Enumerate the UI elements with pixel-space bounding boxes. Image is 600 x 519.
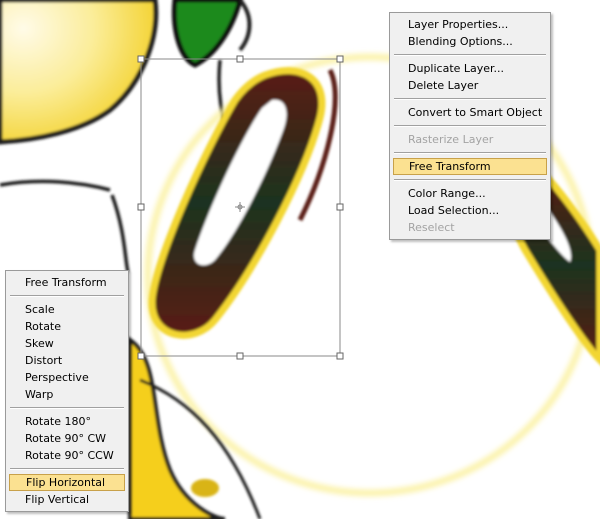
transform-handle-tm[interactable] — [236, 55, 244, 63]
menu-separator — [394, 125, 546, 127]
fruit-bottom — [128, 336, 262, 519]
transform-menu-item-perspective[interactable]: Perspective — [9, 369, 125, 386]
layer-menu-item-convert-to-smart-object[interactable]: Convert to Smart Object — [393, 104, 547, 121]
menu-separator — [10, 468, 124, 470]
transform-menu-item-rotate-90-cw[interactable]: Rotate 90° CW — [9, 430, 125, 447]
transform-handle-mr[interactable] — [336, 203, 344, 211]
fruit-top-left — [0, 0, 159, 145]
eye-left — [148, 67, 338, 339]
transform-menu-item-scale[interactable]: Scale — [9, 301, 125, 318]
layer-menu-item-duplicate-layer[interactable]: Duplicate Layer... — [393, 60, 547, 77]
layer-menu-item-delete-layer[interactable]: Delete Layer — [393, 77, 547, 94]
transform-context-menu: Free Transform Scale Rotate Skew Distort Pers… — [5, 270, 129, 512]
layer-menu-item-free-transform[interactable]: Free Transform — [393, 158, 547, 175]
transform-handle-tr[interactable] — [336, 55, 344, 63]
layer-menu-item-color-range[interactable]: Color Range... — [393, 185, 547, 202]
transform-menu-item-distort[interactable]: Distort — [9, 352, 125, 369]
transform-handle-tl[interactable] — [137, 55, 145, 63]
menu-separator — [394, 152, 546, 154]
leaf — [171, 0, 252, 68]
menu-separator — [10, 295, 124, 297]
menu-separator — [10, 407, 124, 409]
transform-handle-bm[interactable] — [236, 352, 244, 360]
transform-menu-item-skew[interactable]: Skew — [9, 335, 125, 352]
transform-menu-item-rotate[interactable]: Rotate — [9, 318, 125, 335]
layer-menu-item-blending-options[interactable]: Blending Options... — [393, 33, 547, 50]
transform-menu-item-rotate-180[interactable]: Rotate 180° — [9, 413, 125, 430]
transform-menu-item-flip-horizontal[interactable]: Flip Horizontal — [9, 474, 125, 491]
layer-menu-item-reselect: Reselect — [408, 221, 455, 234]
transform-menu-item-rotate-90-ccw[interactable]: Rotate 90° CCW — [9, 447, 125, 464]
layer-context-menu: Layer Properties... Blending Options... Du… — [389, 12, 551, 240]
layer-menu-item-rasterize-layer: Rasterize Layer — [408, 133, 494, 146]
menu-separator — [394, 54, 546, 56]
menu-separator — [394, 179, 546, 181]
menu-separator — [394, 98, 546, 100]
transform-handle-br[interactable] — [336, 352, 344, 360]
layer-menu-item-layer-properties[interactable]: Layer Properties... — [393, 16, 547, 33]
transform-handle-ml[interactable] — [137, 203, 145, 211]
transform-handle-bl[interactable] — [137, 352, 145, 360]
transform-menu-item-flip-vertical[interactable]: Flip Vertical — [9, 491, 125, 508]
layer-menu-item-load-selection[interactable]: Load Selection... — [393, 202, 547, 219]
transform-menu-item-warp[interactable]: Warp — [9, 386, 125, 403]
transform-menu-item-free-transform[interactable]: Free Transform — [9, 274, 125, 291]
